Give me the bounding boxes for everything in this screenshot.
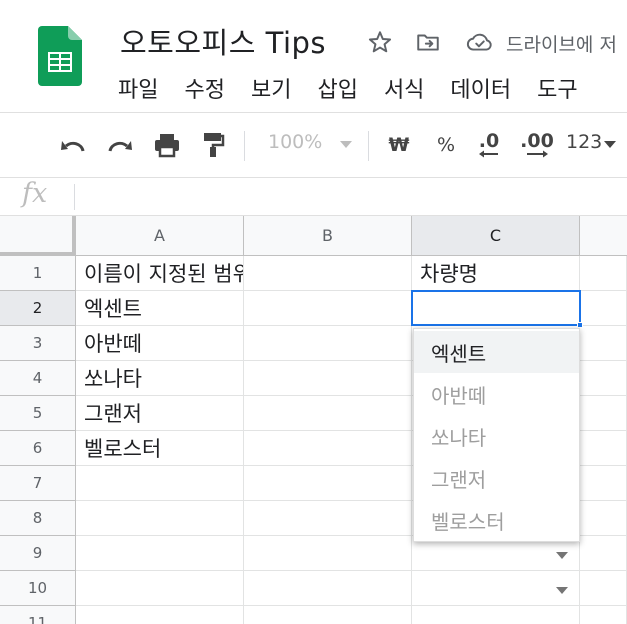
decrease-decimal-label: .0 [478, 130, 500, 152]
cell-b3[interactable] [244, 326, 412, 361]
cell-b1[interactable] [244, 256, 412, 291]
row-header[interactable]: 2 [0, 291, 76, 326]
cell-d4[interactable] [580, 361, 627, 396]
row-header[interactable]: 10 [0, 571, 76, 606]
cell-b8[interactable] [244, 501, 412, 536]
cell-a9[interactable] [76, 536, 244, 571]
cell-b9[interactable] [244, 536, 412, 571]
cell-b10[interactable] [244, 571, 412, 606]
cell-d10[interactable] [580, 571, 627, 606]
decrease-decimal-button[interactable]: .0 [474, 127, 504, 163]
dropdown-option[interactable]: 아반떼 [414, 373, 579, 415]
menu-insert[interactable]: 삽입 [317, 72, 357, 104]
cell-b4[interactable] [244, 361, 412, 396]
cell-a8[interactable] [76, 501, 244, 536]
dropdown-option[interactable]: 엑센트 [414, 331, 579, 373]
row-header[interactable]: 1 [0, 256, 76, 291]
column-header-d[interactable] [580, 216, 627, 256]
cell-d11[interactable] [580, 606, 627, 624]
column-header-c[interactable]: C [412, 216, 580, 256]
cell-c1[interactable]: 차량명 [412, 256, 580, 291]
menu-bar: 파일 수정 보기 삽입 서식 데이터 도구 [118, 72, 604, 104]
cell-a11[interactable] [76, 606, 244, 624]
cell-d8[interactable] [580, 501, 627, 536]
cell-d6[interactable] [580, 431, 627, 466]
app-header: 오토오피스 Tips 드라이브에 저 파일 수정 보기 삽입 서식 데이터 도구 [0, 0, 627, 112]
sheets-logo-icon[interactable] [38, 26, 82, 86]
increase-decimal-label: .00 [520, 130, 554, 152]
formula-separator [74, 184, 75, 210]
cell-d7[interactable] [580, 466, 627, 501]
row-header[interactable]: 5 [0, 396, 76, 431]
cell-a7[interactable] [76, 466, 244, 501]
zoom-dropdown-icon[interactable] [340, 141, 352, 148]
active-cell-c2[interactable] [411, 290, 581, 326]
row-header[interactable]: 8 [0, 501, 76, 536]
cell-a6[interactable]: 벨로스터 [76, 431, 244, 466]
column-header-a[interactable]: A [76, 216, 244, 256]
cell-a5[interactable]: 그랜저 [76, 396, 244, 431]
menu-view[interactable]: 보기 [251, 72, 291, 104]
currency-format-button[interactable]: ₩ [385, 127, 413, 163]
dropdown-option[interactable]: 그랜저 [414, 457, 579, 499]
row-header[interactable]: 9 [0, 536, 76, 571]
cell-d9[interactable] [580, 536, 627, 571]
cell-a3[interactable]: 아반떼 [76, 326, 244, 361]
toolbar: 100% ₩ % .0 .00 123 [0, 113, 627, 177]
row-header[interactable]: 6 [0, 431, 76, 466]
select-all-corner[interactable] [0, 216, 76, 256]
fx-icon: fx [22, 178, 48, 209]
cell-b7[interactable] [244, 466, 412, 501]
row-header[interactable]: 11 [0, 606, 76, 624]
toolbar-separator [244, 131, 245, 161]
cell-b5[interactable] [244, 396, 412, 431]
cell-d3[interactable] [580, 326, 627, 361]
cell-c10[interactable] [412, 571, 580, 606]
arrow-left-icon [479, 150, 498, 158]
cell-b2[interactable] [244, 291, 412, 326]
cloud-saved-icon[interactable] [466, 28, 494, 56]
row-header[interactable]: 7 [0, 466, 76, 501]
menu-format[interactable]: 서식 [384, 72, 424, 104]
menu-file[interactable]: 파일 [118, 72, 158, 104]
menu-tools[interactable]: 도구 [537, 72, 577, 104]
menu-edit[interactable]: 수정 [184, 72, 224, 104]
dropdown-arrow-icon[interactable] [556, 587, 568, 594]
drive-save-status[interactable]: 드라이브에 저 [506, 30, 617, 57]
row-header[interactable]: 3 [0, 326, 76, 361]
percent-format-button[interactable]: % [432, 127, 460, 163]
cell-a1[interactable]: 이름이 지정된 범위 [76, 256, 244, 291]
formula-bar: fx [0, 178, 627, 216]
cell-a4[interactable]: 쏘나타 [76, 361, 244, 396]
cell-a10[interactable] [76, 571, 244, 606]
cell-c11[interactable] [412, 606, 580, 624]
undo-icon[interactable] [56, 127, 90, 163]
zoom-select[interactable]: 100% [268, 131, 322, 153]
column-header-b[interactable]: B [244, 216, 412, 256]
cell-a2[interactable]: 엑센트 [76, 291, 244, 326]
document-title[interactable]: 오토오피스 Tips [120, 20, 326, 62]
dropdown-option[interactable]: 벨로스터 [414, 499, 579, 541]
redo-icon[interactable] [103, 127, 137, 163]
validation-dropdown: 엑센트 아반떼 쏘나타 그랜저 벨로스터 [413, 328, 580, 542]
more-formats-button[interactable]: 123 [566, 131, 602, 153]
cell-d2[interactable] [580, 291, 627, 326]
formula-input[interactable] [82, 184, 622, 210]
cell-b6[interactable] [244, 431, 412, 466]
row-header[interactable]: 4 [0, 361, 76, 396]
increase-decimal-button[interactable]: .00 [520, 127, 554, 163]
cell-d1[interactable] [580, 256, 627, 291]
dropdown-arrow-icon[interactable] [556, 552, 568, 559]
toolbar-separator [368, 131, 369, 161]
paint-format-icon[interactable] [198, 127, 228, 163]
dropdown-option[interactable]: 쏘나타 [414, 415, 579, 457]
print-icon[interactable] [150, 127, 184, 163]
move-to-folder-icon[interactable] [414, 28, 442, 56]
cell-b11[interactable] [244, 606, 412, 624]
arrow-right-icon [527, 150, 548, 158]
star-icon[interactable] [366, 28, 394, 56]
more-formats-dropdown-icon[interactable] [604, 141, 616, 148]
cell-d5[interactable] [580, 396, 627, 431]
menu-data[interactable]: 데이터 [450, 72, 511, 104]
